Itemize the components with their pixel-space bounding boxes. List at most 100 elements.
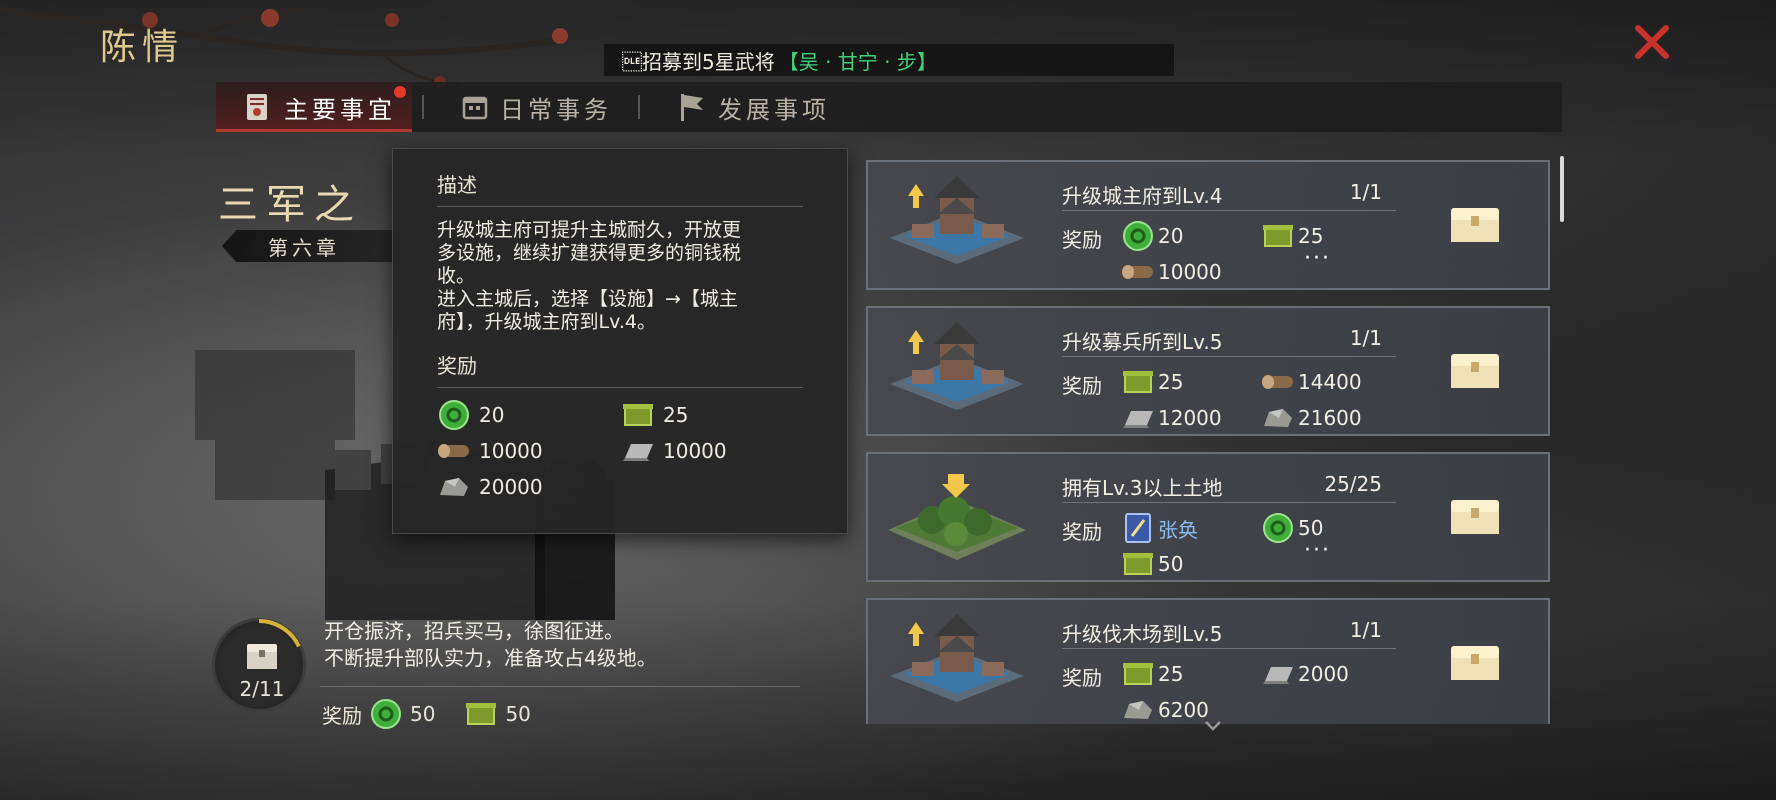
reward-item: 25: [621, 400, 688, 430]
quest-name: 升级城主府到Lv.4: [1062, 184, 1223, 208]
reward-value: 张奂: [1158, 517, 1198, 542]
iron-icon: [1120, 402, 1156, 434]
reward-value: 6200: [1158, 698, 1209, 722]
scroll-down-icon[interactable]: [1204, 720, 1222, 732]
tab-development[interactable]: 发展事项: [650, 82, 846, 132]
reward-value: 12000: [1158, 406, 1222, 430]
wood-icon: [437, 436, 471, 466]
notice-text: 招募到5星武将: [622, 49, 775, 74]
jade-icon: [1120, 220, 1156, 252]
claim-chest-button[interactable]: [1448, 204, 1502, 244]
reward-item: 21600: [1260, 402, 1362, 434]
palace-upgrade-thumbnail: [890, 322, 1024, 410]
tab-bar: 主要事宜 日常事务 发展事项: [216, 82, 1562, 132]
reward-item: 10000: [1120, 256, 1222, 288]
reward-value: 20: [479, 403, 505, 427]
reward-value: 21600: [1298, 406, 1362, 430]
tab-divider: [422, 95, 424, 119]
quest-card[interactable]: 升级募兵所到Lv.5 1/1 奖励 25 14400 12000 21600: [866, 306, 1550, 436]
more-rewards-indicator[interactable]: ···: [1304, 246, 1331, 271]
reward-item: 50: [465, 700, 531, 728]
iron-icon: [1260, 658, 1296, 690]
reward-label: 奖励: [1062, 374, 1102, 398]
reward-value: 50: [410, 702, 436, 726]
jade-icon: [1260, 512, 1296, 544]
bronze-box-icon: [1120, 658, 1156, 690]
reward-value: 25: [663, 403, 689, 427]
description-line: 府】，升级城主府到Lv.4。: [437, 311, 656, 333]
description-line: 升级城主府可提升主城耐久，开放更: [437, 219, 742, 241]
reward-value: 25: [1158, 662, 1184, 686]
jade-icon: [437, 400, 471, 430]
reward-item: 50: [1120, 548, 1183, 580]
description-line: 进入主城后，选择【设施】→【城主: [437, 288, 738, 310]
tab-main-affairs[interactable]: 主要事宜: [216, 82, 412, 132]
claim-chest-button[interactable]: [1448, 350, 1502, 390]
chapter-description: 开仓振济，招兵买马，徐图征进。 不断提升部队实力，准备攻占4级地。: [324, 618, 657, 672]
reward-value: 10000: [663, 439, 727, 463]
tooltip-description: 升级城主府可提升主城耐久，开放更 多设施，继续扩建获得更多的铜钱税 收。 进入主…: [437, 219, 803, 334]
reward-label: 奖励: [1062, 228, 1102, 252]
reward-label: 奖励: [1062, 666, 1102, 690]
reward-value: 14400: [1298, 370, 1362, 394]
chapter-chest-button[interactable]: 2/11: [212, 618, 306, 712]
quest-card[interactable]: 升级伐木场到Lv.5 1/1 奖励 25 2000 6200: [866, 598, 1550, 724]
tooltip-heading: 描述: [437, 169, 803, 207]
reward-value: 10000: [479, 439, 543, 463]
reward-item: 20000: [437, 472, 543, 502]
reward-item: 25: [1120, 658, 1183, 690]
bronze-box-icon: [465, 700, 497, 728]
chapter-description-line: 不断提升部队实力，准备攻占4级地。: [324, 646, 657, 670]
tab-daily-tasks[interactable]: 日常事务: [434, 82, 628, 132]
quest-progress: 25/25: [1324, 472, 1382, 496]
stone-icon: [1260, 402, 1296, 434]
chapter-description-line: 开仓振济，招兵买马，徐图征进。: [324, 619, 624, 643]
stone-icon: [1120, 694, 1156, 724]
reward-value: 20000: [479, 475, 543, 499]
reward-item: 20: [437, 400, 504, 430]
calendar-icon: [462, 94, 488, 120]
chapter-progress-count: 2/11: [239, 677, 285, 701]
reward-value: 10000: [1158, 260, 1222, 284]
reward-value: 2000: [1298, 662, 1349, 686]
chest-icon: [247, 644, 277, 669]
close-button[interactable]: [1628, 18, 1676, 66]
reward-item: 20: [1120, 220, 1183, 252]
notification-dot: [394, 86, 406, 98]
reward-item: 14400: [1260, 366, 1362, 398]
bronze-box-icon: [621, 400, 655, 430]
reward-value: 20: [1158, 224, 1184, 248]
quest-list[interactable]: 升级城主府到Lv.4 1/1 奖励 20 25 10000 ··· 升级募兵所到…: [866, 160, 1550, 724]
reward-item: 10000: [621, 436, 727, 466]
claim-chest-button[interactable]: [1448, 642, 1502, 682]
reward-value: 50: [505, 702, 531, 726]
flag-icon: [678, 92, 706, 122]
bronze-box-icon: [1120, 366, 1156, 398]
page-title: 陈情: [100, 27, 185, 68]
bronze-box-icon: [1260, 220, 1296, 252]
notice-hero-highlight: 【吴 · 甘宁 · 步】: [778, 49, 937, 74]
quest-card[interactable]: 拥有Lv.3以上土地 25/25 奖励 张奂 50 50 ···: [866, 452, 1550, 582]
tooltip-reward-heading: 奖励: [437, 350, 803, 388]
quest-card[interactable]: 升级城主府到Lv.4 1/1 奖励 20 25 10000 ···: [866, 160, 1550, 290]
quest-name: 拥有Lv.3以上土地: [1062, 476, 1223, 500]
chapter-title: 三军之: [218, 182, 362, 228]
bronze-box-icon: [1120, 548, 1156, 580]
tab-divider: [638, 95, 640, 119]
reward-item: 6200: [1120, 694, 1209, 724]
reward-value: 25: [1298, 224, 1324, 248]
hero-card-icon: [1120, 512, 1156, 544]
claim-chest-button[interactable]: [1448, 496, 1502, 536]
reward-item: 2000: [1260, 658, 1349, 690]
recruit-notice-banner: 招募到5星武将 【吴 · 甘宁 · 步】: [604, 44, 1174, 76]
reward-value: 50: [1158, 552, 1184, 576]
chapter-progress-panel: 2/11 开仓振济，招兵买马，徐图征进。 不断提升部队实力，准备攻占4级地。 奖…: [212, 618, 802, 738]
quest-list-scrollbar[interactable]: [1560, 156, 1564, 222]
divider: [320, 686, 800, 687]
reward-label: 奖励: [1062, 520, 1102, 544]
more-rewards-indicator[interactable]: ···: [1304, 538, 1331, 563]
quest-progress: 1/1: [1349, 618, 1382, 642]
palace-upgrade-thumbnail: [890, 176, 1024, 264]
reward-item: 12000: [1120, 402, 1222, 434]
divider: [1062, 648, 1396, 649]
